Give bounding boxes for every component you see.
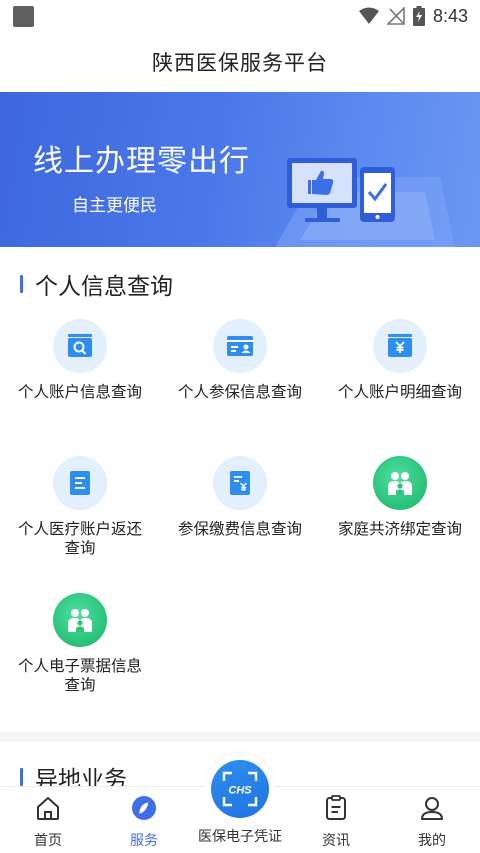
- page-title: 陕西医保服务平台: [152, 51, 328, 75]
- nav-item-e-certificate[interactable]: CHS 医保电子凭证: [187, 754, 293, 846]
- payment-receipt-icon: [230, 471, 250, 495]
- clock: 8:43: [432, 5, 468, 26]
- banner-subtitle: 自主更便民: [72, 196, 157, 216]
- promo-banner[interactable]: 线上办理零出行 自主更便民: [0, 92, 480, 247]
- service-item-label: 个人医疗账户返还查询: [17, 520, 142, 557]
- e-certificate-button: CHS: [211, 760, 269, 818]
- bottom-nav: 首页 服务 CHS 医保电子凭证 资讯 我的: [0, 754, 480, 853]
- section-accent-bar: [20, 768, 23, 786]
- battery-charging-icon: [412, 6, 425, 26]
- user-icon: [421, 797, 443, 820]
- banner-title: 线上办理零出行: [33, 144, 250, 179]
- family-icon: [388, 472, 412, 495]
- wifi-icon: [358, 7, 379, 24]
- news-clipboard-icon: [326, 795, 346, 820]
- service-item-insurance-info[interactable]: 个人参保信息查询: [160, 319, 320, 402]
- yuan-wallet-icon-bg: [373, 319, 427, 373]
- service-item-payment-info[interactable]: 参保缴费信息查询: [160, 456, 320, 539]
- chs-scan-icon: CHS: [222, 771, 258, 807]
- nav-item-service[interactable]: 服务: [96, 795, 192, 850]
- home-icon: [37, 797, 59, 820]
- account-search-icon-bg: [53, 319, 107, 373]
- nav-label-e-certificate: 医保电子凭证: [198, 829, 282, 845]
- document-list-icon: [70, 471, 90, 495]
- account-search-icon: [68, 334, 92, 357]
- section-divider: [0, 732, 480, 742]
- service-item-account-detail[interactable]: 个人账户明细查询: [320, 319, 480, 402]
- svg-text:CHS: CHS: [228, 785, 252, 797]
- e-certificate-button-ring: CHS: [205, 754, 275, 824]
- service-item-label: 个人参保信息查询: [177, 383, 302, 401]
- service-item-label: 个人电子票据信息查询: [17, 657, 142, 694]
- nav-item-home[interactable]: 首页: [0, 795, 96, 850]
- app-header: 陕西医保服务平台: [0, 32, 480, 92]
- section-title-personal: 个人信息查询: [35, 274, 173, 300]
- service-item-e-invoice[interactable]: 个人电子票据信息查询: [0, 593, 160, 695]
- payment-receipt-icon-bg: [213, 456, 267, 510]
- status-icons: 8:43: [358, 5, 468, 27]
- section-accent-bar: [20, 275, 23, 293]
- nav-item-news[interactable]: 资讯: [288, 795, 384, 850]
- no-signal-icon: [386, 7, 405, 25]
- yuan-wallet-icon: [388, 334, 412, 357]
- service-item-account-info[interactable]: 个人账户信息查询: [0, 319, 160, 402]
- service-item-medical-refund[interactable]: 个人医疗账户返还查询: [0, 456, 160, 558]
- nav-label-home: 首页: [34, 833, 62, 849]
- nav-label-news: 资讯: [322, 833, 350, 849]
- family-icon-bg: [53, 593, 107, 647]
- status-bar: 8:43: [0, 0, 480, 32]
- family-icon-bg: [373, 456, 427, 510]
- service-item-label: 个人账户明细查询: [337, 383, 462, 401]
- nav-label-mine: 我的: [418, 833, 446, 849]
- notification-icon: [13, 6, 34, 27]
- nav-item-mine[interactable]: 我的: [384, 795, 480, 850]
- service-item-family-binding[interactable]: 家庭共济绑定查询: [320, 456, 480, 539]
- service-item-label: 家庭共济绑定查询: [337, 520, 462, 538]
- service-item-label: 参保缴费信息查询: [177, 520, 302, 538]
- section-header-personal: 个人信息查询: [0, 264, 480, 304]
- service-compass-icon: [132, 796, 156, 820]
- insurance-card-icon-bg: [213, 319, 267, 373]
- document-list-icon-bg: [53, 456, 107, 510]
- family-icon: [68, 609, 92, 632]
- computer-illustration-icon: [275, 158, 455, 247]
- service-item-label: 个人账户信息查询: [17, 383, 142, 401]
- insurance-card-icon: [227, 336, 253, 356]
- nav-label-service: 服务: [130, 833, 158, 849]
